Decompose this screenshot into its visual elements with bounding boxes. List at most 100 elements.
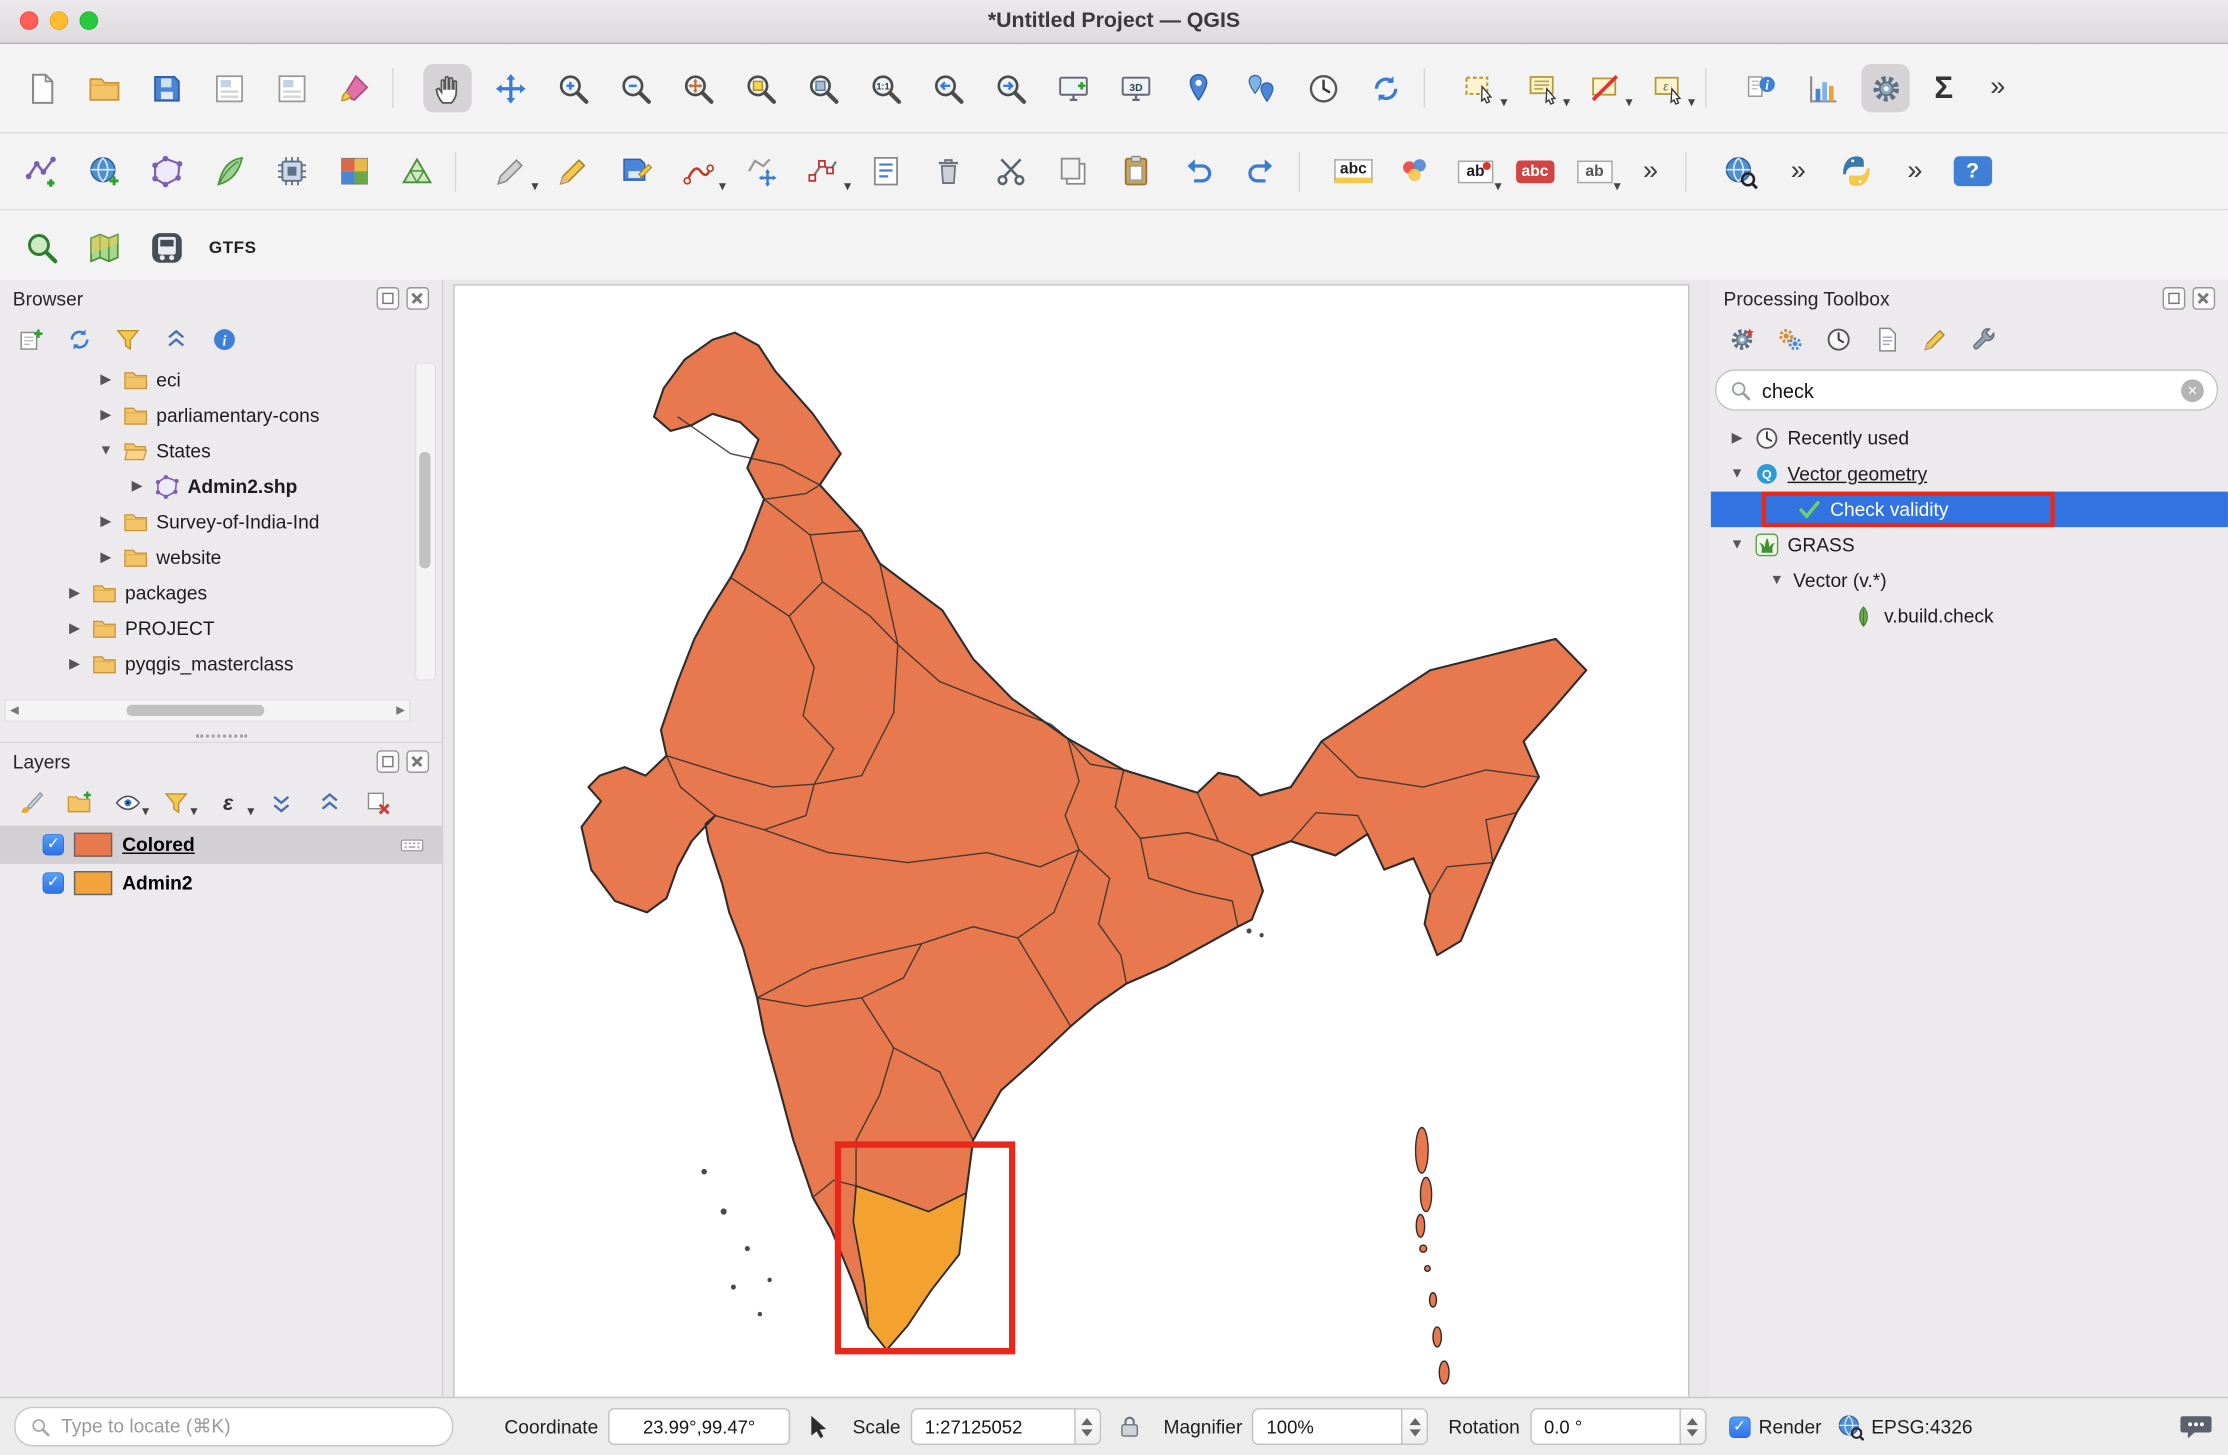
combobox-arrows-icon[interactable]	[1075, 1408, 1101, 1445]
clear-search-icon[interactable]	[2181, 379, 2204, 402]
crs-status[interactable]: EPSG:4326	[1871, 1416, 1972, 1437]
delete-selected[interactable]	[924, 147, 972, 195]
lock-scale-icon[interactable]	[1115, 1412, 1143, 1440]
pan-map[interactable]	[423, 64, 471, 112]
add-vector-layer[interactable]	[142, 147, 190, 195]
render-checkbox[interactable]	[1729, 1416, 1750, 1437]
pin-labels[interactable]: ab	[1454, 147, 1498, 195]
browser-filter[interactable]	[109, 322, 145, 358]
toolbox-item-grass[interactable]: GRASS	[1711, 527, 2228, 563]
layer-item-admin2[interactable]: Admin2	[0, 864, 442, 902]
rotation-spinbox[interactable]: 0.0 °	[1530, 1408, 1706, 1445]
toolbox-item-vector-geometry[interactable]: Vector geometry	[1711, 456, 2228, 492]
chevron-right-icon[interactable]	[65, 621, 83, 637]
new-print-layout[interactable]	[205, 64, 253, 112]
plugin-toolbar-overflow[interactable]: »	[1895, 147, 1935, 195]
layer-diagram[interactable]	[1391, 147, 1439, 195]
select-features[interactable]	[1455, 64, 1503, 112]
open-data-source-manager[interactable]	[17, 147, 65, 195]
chevron-right-icon[interactable]	[1728, 431, 1746, 447]
toggle-editing[interactable]	[548, 147, 596, 195]
new-3d-map-view[interactable]	[1111, 64, 1159, 112]
paste-features[interactable]	[1111, 147, 1159, 195]
zoom-next[interactable]	[986, 64, 1034, 112]
close-panel-icon[interactable]	[2192, 287, 2215, 310]
layer-visibility-checkbox[interactable]	[43, 834, 64, 855]
chevron-down-icon[interactable]	[97, 443, 115, 459]
zoom-to-selection[interactable]	[736, 64, 784, 112]
messages-icon[interactable]	[2178, 1409, 2214, 1445]
collapse-all[interactable]	[311, 785, 347, 821]
browser-item-eci[interactable]: eci	[0, 362, 442, 398]
browser-item-survey-of-india[interactable]: Survey-of-India-Ind	[0, 504, 442, 540]
browser-properties[interactable]	[206, 322, 242, 358]
add-mesh-layer[interactable]	[205, 147, 253, 195]
browser-item-packages[interactable]: packages	[0, 575, 442, 611]
map-canvas[interactable]	[453, 284, 1689, 1398]
toolbar-overflow[interactable]: »	[1978, 64, 2018, 112]
browser-item-parliamentary-cons[interactable]: parliamentary-cons	[0, 398, 442, 434]
web-toolbar-overflow[interactable]: »	[1778, 147, 1818, 195]
python-console[interactable]	[1832, 147, 1880, 195]
filter-legend[interactable]	[158, 785, 194, 821]
show-layout-manager[interactable]	[267, 64, 315, 112]
chevron-down-icon[interactable]	[1728, 537, 1746, 553]
add-wms-layer[interactable]	[80, 147, 128, 195]
select-by-expression[interactable]	[1643, 64, 1691, 112]
add-database-layer[interactable]	[267, 147, 315, 195]
browser-item-project[interactable]: PROJECT	[0, 611, 442, 647]
pan-to-selection[interactable]	[486, 64, 534, 112]
coordinate-input[interactable]: 23.99°,99.47°	[608, 1408, 790, 1445]
scrollbar-thumb[interactable]	[127, 705, 264, 716]
modify-attributes[interactable]	[861, 147, 909, 195]
add-raster-layer[interactable]	[330, 147, 378, 195]
new-spatial-bookmark[interactable]	[1174, 64, 1222, 112]
filter-by-expression[interactable]: ε	[206, 785, 250, 821]
toolbox-history[interactable]	[1820, 322, 1856, 358]
move-feature[interactable]	[736, 147, 784, 195]
quickmapservices[interactable]	[80, 223, 128, 271]
remove-layer[interactable]	[359, 785, 395, 821]
refresh-map[interactable]	[1361, 64, 1409, 112]
highlight-pinned-labels[interactable]: abc	[1512, 147, 1559, 195]
horizontal-scrollbar[interactable]	[4, 699, 410, 722]
save-project[interactable]	[142, 64, 190, 112]
chevron-right-icon[interactable]	[65, 585, 83, 601]
vertical-scrollbar[interactable]	[415, 362, 436, 680]
mouse-extent-icon[interactable]	[804, 1412, 832, 1440]
browser-item-admin2-shp[interactable]: Admin2.shp	[0, 469, 442, 505]
add-group[interactable]	[61, 785, 97, 821]
cut-features[interactable]	[986, 147, 1034, 195]
scroll-right-icon[interactable]	[396, 701, 405, 721]
browser-item-states[interactable]: States	[0, 433, 442, 469]
float-panel-icon[interactable]	[2163, 287, 2186, 310]
crs-globe-icon[interactable]	[1836, 1412, 1864, 1440]
zoom-in[interactable]	[548, 64, 596, 112]
chevron-right-icon[interactable]	[65, 656, 83, 672]
scroll-left-icon[interactable]	[10, 701, 19, 721]
chevron-down-icon[interactable]	[1728, 466, 1746, 482]
label-toolbar-overflow[interactable]: »	[1631, 147, 1671, 195]
chevron-right-icon[interactable]	[97, 408, 115, 424]
current-edits[interactable]	[486, 147, 534, 195]
chevron-down-icon[interactable]	[1768, 573, 1786, 589]
toolbox-log[interactable]	[1868, 322, 1904, 358]
layer-visibility-checkbox[interactable]	[43, 872, 64, 893]
close-panel-icon[interactable]	[406, 287, 429, 310]
chevron-right-icon[interactable]	[97, 514, 115, 530]
new-map-view[interactable]	[1049, 64, 1097, 112]
scale-combobox[interactable]: 1:27125052	[911, 1408, 1101, 1445]
panel-splitter[interactable]	[0, 729, 442, 742]
digitize-with-segment[interactable]	[674, 147, 722, 195]
locate-search-input[interactable]: Type to locate (⌘K)	[14, 1407, 453, 1447]
zoom-native-resolution[interactable]	[861, 64, 909, 112]
toolbox-item-vbuildcheck[interactable]: v.build.check	[1711, 598, 2228, 634]
select-features-by-value[interactable]	[1518, 64, 1566, 112]
toolbox-item-check-validity[interactable]: Check validity	[1711, 492, 2228, 528]
save-layer-edits[interactable]	[611, 147, 659, 195]
options[interactable]	[1861, 64, 1909, 112]
open-project[interactable]	[80, 64, 128, 112]
browser-item-pyqgis-masterclass[interactable]: pyqgis_masterclass	[0, 647, 442, 683]
zoom-full-extent[interactable]	[674, 64, 722, 112]
layer-labeling[interactable]: abc	[1330, 147, 1377, 195]
